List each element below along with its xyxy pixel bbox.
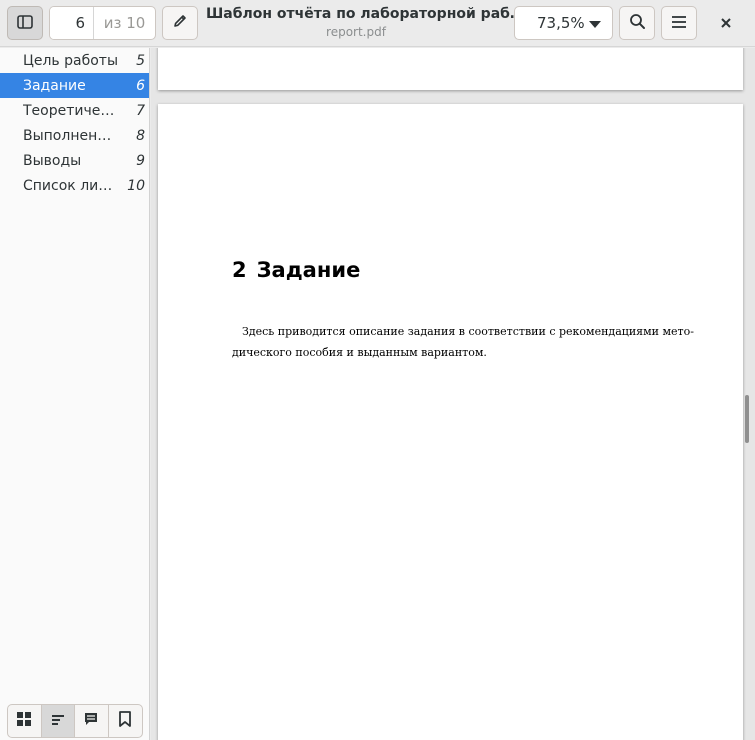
outline-item-page: 5 [136,52,145,69]
main-menu-button[interactable] [661,6,697,40]
close-window-button[interactable] [712,10,740,38]
document-filename: report.pdf [326,25,386,39]
annotate-button[interactable] [162,6,198,40]
page-selector: из 10 [49,6,156,40]
document-title: Шаблон отчёта по лабораторной раб… [206,6,524,22]
annotations-tab[interactable] [75,705,109,737]
outline-list: Цель работы 5 Задание 6 Теоретичес… 7 Вы… [0,48,149,198]
thumbnails-tab[interactable] [8,705,42,737]
header-bar: из 10 Шаблон отчёта по лабораторной раб…… [0,0,755,47]
section-heading: 2 Задание [232,258,360,282]
pencil-icon [172,13,188,33]
outline-icon [50,712,66,731]
zoom-selector[interactable]: 73,5% [514,6,613,40]
hamburger-menu-icon [671,14,687,33]
outline-item-page: 10 [127,177,145,194]
sidebar-toggle-button[interactable] [7,6,43,40]
sidebar-icon [17,14,33,33]
section-number: 2 [232,258,247,282]
outline-item-page: 9 [136,152,145,169]
chevron-down-icon [589,21,601,28]
outline-item-selected[interactable]: Задание 6 [0,73,149,98]
bookmarks-icon [118,711,132,731]
current-page: 2 Задание Здесь приводится описание задан… [158,104,743,740]
sidebar-view-switcher [7,704,143,738]
outline-item[interactable]: Выводы 9 [0,148,149,173]
outline-item-label: Выводы [23,152,82,169]
outline-item-label: Цель работы [23,52,119,69]
search-icon [629,13,646,34]
close-icon [720,14,732,34]
page-total-label: из 10 [103,14,146,32]
outline-item-label: Теоретичес… [23,102,119,119]
outline-item-page: 8 [136,127,145,144]
annotations-icon [83,711,99,731]
outline-item[interactable]: Список лите… 10 [0,173,149,198]
outline-item[interactable]: Теоретичес… 7 [0,98,149,123]
body-text-line: дического пособия и выданным вариантом. [232,346,487,359]
search-button[interactable] [619,6,655,40]
vertical-scrollbar[interactable] [745,395,749,443]
page-number-input[interactable] [50,7,94,39]
window-title-area: Шаблон отчёта по лабораторной раб… repor… [206,6,524,39]
outline-item-label: Выполнение… [23,127,119,144]
outline-item-label: Список лите… [23,177,119,194]
outline-item-label: Задание [23,77,86,94]
outline-item-page: 6 [136,77,145,94]
previous-page [158,48,743,90]
zoom-value: 73,5% [537,14,585,32]
outline-item[interactable]: Цель работы 5 [0,48,149,73]
outline-tab[interactable] [41,705,75,737]
body-text-line: Здесь приводится описание задания в соот… [242,325,694,338]
section-body: Здесь приводится описание задания в соот… [232,321,694,363]
thumbnails-icon [16,711,32,731]
outline-item-page: 7 [136,102,145,119]
bookmarks-tab[interactable] [109,705,142,737]
section-title: Задание [256,258,361,282]
outline-item[interactable]: Выполнение… 8 [0,123,149,148]
document-view[interactable]: 2 Задание Здесь приводится описание задан… [151,48,755,740]
outline-sidebar: Цель работы 5 Задание 6 Теоретичес… 7 Вы… [0,48,150,740]
